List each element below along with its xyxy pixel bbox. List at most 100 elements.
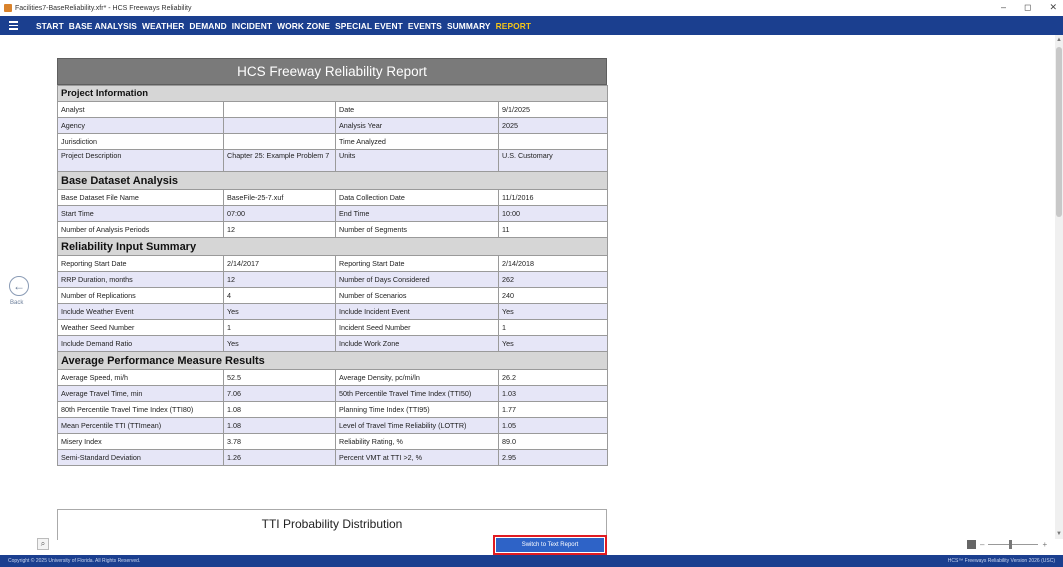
zoom-search-icon[interactable]: ⌕ [37,538,49,550]
minimize-icon[interactable]: – [1001,2,1006,13]
field-label: Reliability Rating, % [335,433,499,450]
table-row: 80th Percentile Travel Time Index (TTI80… [57,401,609,418]
version-text: HCS™ Freeways Reliability Version 2026 (… [947,558,1055,564]
field-label: Include Work Zone [335,335,499,352]
back-arrow-icon: ← [13,279,25,293]
field-value: 1 [223,319,336,336]
switch-to-text-report-button[interactable]: Switch to Text Report [493,535,607,555]
field-value: 2/14/2017 [223,255,336,272]
window-controls: – ◻ ✕ [1001,2,1057,13]
copyright-text: Copyright © 2025 University of Florida. … [8,558,141,564]
menu-item-weather[interactable]: WEATHER [142,21,184,31]
table-row: Misery Index 3.78 Reliability Rating, % 89.… [57,433,609,450]
field-label: Number of Analysis Periods [57,221,224,238]
zoom-out-icon[interactable]: – [980,540,984,549]
field-label: Average Travel Time, min [57,385,224,402]
close-icon[interactable]: ✕ [1049,2,1057,13]
table-row: Start Time 07:00 End Time 10:00 [57,205,609,222]
menu-item-start[interactable]: START [36,21,64,31]
vertical-scrollbar[interactable]: ▲ ▼ [1055,35,1063,539]
reliability-report: HCS Freeway Reliability Report Project I… [56,58,609,466]
table-row: Include Weather Event Yes Include Incident… [57,303,609,320]
report-title: HCS Freeway Reliability Report [57,58,607,85]
scrollbar-thumb[interactable] [1056,47,1062,217]
field-value: 1.05 [497,417,609,434]
field-label: Start Time [57,205,224,222]
hamburger-menu-icon[interactable] [0,16,26,35]
field-label: Agency [57,117,224,134]
scroll-down-arrow-icon[interactable]: ▼ [1056,531,1062,537]
table-row: Project Description Chapter 25: Example P… [57,149,609,172]
table-row: Number of Replications 4 Number of Scenari… [57,287,609,304]
field-label: Jurisdiction [57,133,224,150]
field-value: 11 [497,221,609,238]
field-label: Analysis Year [335,117,499,134]
field-label: Include Weather Event [57,303,224,320]
field-label: Weather Seed Number [57,319,224,336]
field-label: Level of Travel Time Reliability (LOTTR) [335,417,499,434]
field-value: Chapter 25: Example Problem 7 [223,149,336,172]
section-header-base-dataset: Base Dataset Analysis [56,171,609,190]
menu-item-work-zone[interactable]: WORK ZONE [277,21,330,31]
table-row: Include Demand Ratio Yes Include Work Zone… [57,335,609,352]
menu-item-events[interactable]: EVENTS [408,21,442,31]
tti-distribution-title: TTI Probability Distribution [261,517,403,531]
field-value [223,117,336,134]
field-label: Mean Percentile TTI (TTImean) [57,417,224,434]
field-value: 2/14/2018 [497,255,609,272]
scroll-up-arrow-icon[interactable]: ▲ [1056,37,1062,43]
menu-item-incident[interactable]: INCIDENT [232,21,272,31]
menu-item-summary[interactable]: SUMMARY [447,21,491,31]
back-button[interactable]: ← [9,276,29,296]
main-menu-bar: START BASE ANALYSIS WEATHER DEMAND INCIDENT W… [0,16,1063,35]
field-value: 9/1/2025 [497,101,609,118]
field-value [223,101,336,118]
page-view-icon[interactable] [967,540,976,549]
field-value: 1.08 [223,417,336,434]
menu-item-demand[interactable]: DEMAND [189,21,226,31]
tti-distribution-header: TTI Probability Distribution [57,509,607,540]
zoom-slider[interactable] [988,540,1039,549]
field-label: RRP Duration, months [57,271,224,288]
table-row: Average Speed, mi/h 52.5 Average Density, … [57,369,609,386]
zoom-slider-knob[interactable] [1009,540,1013,549]
table-row: Jurisdiction Time Analyzed [57,133,609,150]
field-label: Project Description [57,149,224,172]
field-label: Misery Index [57,433,224,450]
section-heading: Project Information [56,85,609,102]
field-label: Incident Seed Number [335,319,499,336]
field-label: Planning Time Index (TTI95) [335,401,499,418]
section-header-project-information: Project Information [56,85,609,102]
field-value: 12 [223,221,336,238]
field-label: Number of Scenarios [335,287,499,304]
field-label: Units [335,149,499,172]
field-value: U.S. Customary [497,149,609,172]
field-label: Data Collection Date [335,189,499,206]
zoom-control: – + [967,540,1047,549]
window-title: Facilities7-BaseReliability.xfr* - HCS F… [15,4,192,12]
field-label: Number of Segments [335,221,499,238]
zoom-in-icon[interactable]: + [1042,540,1047,549]
field-label: Reporting Start Date [335,255,499,272]
menu-item-special-event[interactable]: SPECIAL EVENT [335,21,403,31]
section-heading: Base Dataset Analysis [56,171,609,190]
app-icon [4,4,12,12]
report-table: Project Information Analyst Date 9/1/2025 Ag… [56,85,609,466]
field-value: 1.08 [223,401,336,418]
field-label: End Time [335,205,499,222]
field-value: 1.03 [497,385,609,402]
field-value: 2.95 [497,449,609,466]
maximize-icon[interactable]: ◻ [1024,2,1031,13]
field-value: 7.06 [223,385,336,402]
field-value: Yes [497,335,609,352]
back-label: Back [10,300,24,306]
field-label: Include Incident Event [335,303,499,320]
menu-item-base-analysis[interactable]: BASE ANALYSIS [69,21,137,31]
field-value: 262 [497,271,609,288]
field-label: Average Density, pc/mi/ln [335,369,499,386]
field-label: Time Analyzed [335,133,499,150]
menu-item-report[interactable]: REPORT [496,21,532,31]
table-row: Semi-Standard Deviation 1.26 Percent VMT a… [57,449,609,466]
table-row: Base Dataset File Name BaseFile-25-7.xuf D… [57,189,609,206]
field-value: 11/1/2016 [497,189,609,206]
